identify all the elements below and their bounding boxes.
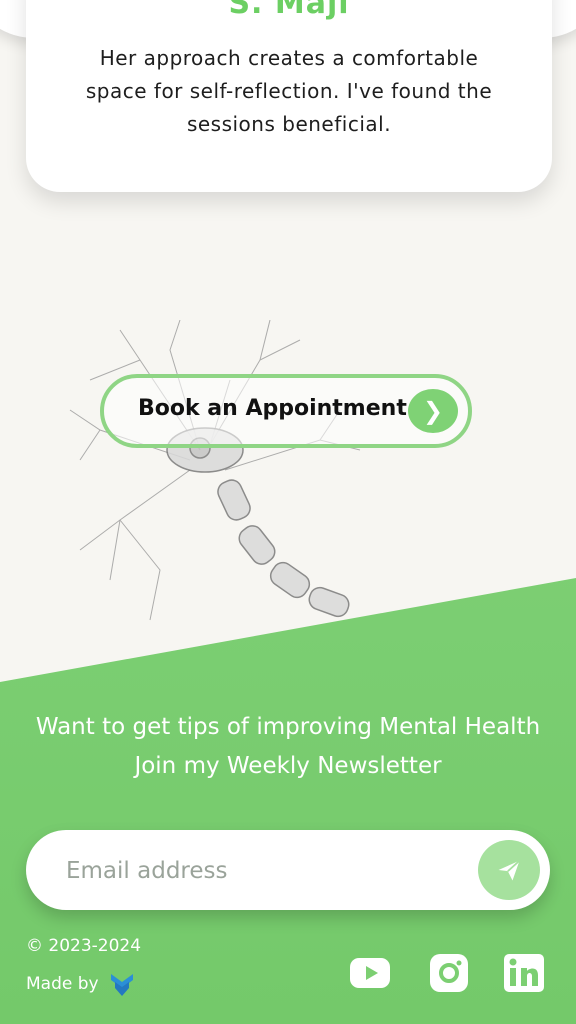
newsletter-form [26, 830, 550, 910]
testimonial-text: Her approach creates a comfortable space… [85, 46, 493, 136]
email-input[interactable] [64, 850, 448, 892]
newsletter-line-2: Join my Weekly Newsletter [134, 753, 442, 779]
chevron-right-icon: ❯ [408, 389, 458, 433]
book-appointment-button[interactable]: Book an Appointment ❯ [100, 374, 472, 448]
neuron-illustration [69, 320, 361, 621]
copyright-text: © 2023-2024 [26, 936, 142, 956]
instagram-icon[interactable] [426, 952, 470, 994]
testimonial-card: S. Maji Her approach creates a comfortab… [26, 0, 552, 192]
newsletter-heading: Want to get tips of improving Mental Hea… [0, 708, 576, 786]
book-appointment-label: Book an Appointment [138, 396, 407, 421]
made-by-label: Made by [26, 974, 99, 994]
youtube-icon[interactable] [348, 952, 392, 994]
subscribe-button[interactable] [478, 840, 540, 900]
newsletter-line-1: Want to get tips of improving Mental Hea… [35, 714, 541, 740]
paper-plane-icon [498, 860, 521, 881]
testimonial-author: S. Maji [228, 0, 350, 21]
made-by: Made by [26, 970, 135, 998]
maker-logo-icon[interactable] [109, 970, 135, 998]
linkedin-icon[interactable] [502, 952, 546, 994]
